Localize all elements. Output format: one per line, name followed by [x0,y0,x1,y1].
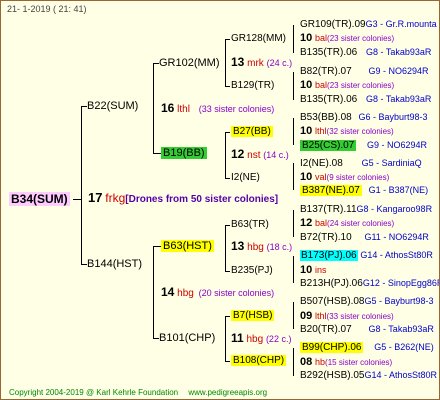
connector [153,63,154,153]
gen5-queen: B53(BB).08 G6 - Bayburt98-3 [300,112,428,123]
pedigree-page: { "header": "21- 1-2019 ( 21: 41)", "foo… [0,0,440,400]
gen5-queen: B20(TR).07 G8 - Takab93aR [300,324,434,335]
gen5-info: 10 ins [300,264,327,276]
gen4-queen: B108(CHP) [231,355,287,366]
gen4-queen: B129(TR) [231,80,275,91]
gen5-queen: B82(TR).07 G9 - NO6294R [300,66,429,77]
connector [293,118,294,145]
gen2-queen: B22(SUM) [87,100,139,112]
connector [293,256,294,283]
gen5-queen: B292(HSB).05G14 - AthosSt80R [300,370,438,381]
gen5-info: 12 bal(24 sister colonies) [300,217,395,229]
footer-link[interactable]: www.pedigreeapis.org [188,388,267,397]
connector [73,199,82,200]
gen4-queen: B27(BB) [231,126,273,137]
connector [293,72,294,100]
connector [293,348,294,376]
connector [153,246,154,338]
gen5-queen: B173(PJ).06 G14 - AthosSt80R [300,250,433,261]
gen5-info: 10 bal(23 sister colonies) [300,32,395,44]
connector [225,86,230,87]
gen3-info: 12 nst (14 c.) [231,147,289,161]
connector [153,153,161,154]
connector [225,39,230,40]
gen2-queen: B144(HST) [87,258,143,270]
gen5-queen: B387(NE).07 G1 - B387(NE) [300,185,429,196]
gen3-info: 13 mrk (24 c.) [231,55,293,69]
connector [293,163,294,190]
gen5-queen: I2(NE).08 G5 - SardiniaQ [300,158,422,169]
connector [225,316,226,361]
gen5-queen: B135(TR).06 G8 - Takab93aR [300,47,432,58]
gen3-info: 11 hbg (22 c.) [231,331,292,345]
gen5-info: 09 lthl(33 sister colonies) [300,310,394,322]
connector [225,361,230,362]
connector [153,246,161,247]
connector [293,210,294,237]
gen3-queen: B19(BB) [161,147,207,159]
root-info: 17 frkg[Drones from 50 sister colonies] [88,190,279,205]
root-queen: B34(SUM) [9,192,70,206]
gen5-queen: B72(TR).10 G11 - NO6294R [300,232,429,243]
gen4-queen: I2(NE) [231,172,260,183]
connector [225,225,226,271]
connector [225,132,226,178]
gen2-info: 16 lthl (33 sister colonies) [161,101,275,115]
gen5-queen: B135(TR).06 G8 - Takab93aR [300,94,432,105]
connector [225,132,230,133]
connector [225,225,230,226]
header-timestamp: 21- 1-2019 ( 21: 41) [7,4,87,14]
gen4-queen: B63(TR) [231,219,269,230]
connector [293,302,294,329]
gen4-queen: GR128(MM) [231,33,287,44]
gen3-queen: GR102(MM) [159,57,220,69]
gen5-queen: B99(CHP).06 G5 - B262(NE) [300,342,434,353]
gen5-info: 08 hb(15 sister colonies) [300,356,393,368]
gen2-info: 14 hbg (20 sister colonies) [161,285,275,299]
footer-copyright: Copyright 2004-2019 @ Karl Kehrle Founda… [9,388,179,397]
gen5-info: 10 val(9 sister colonies) [300,171,390,183]
gen5-info: 10 bal(23 sister colonies) [300,79,395,91]
gen5-queen: B213H(PJ).06G12 - SinopEgg86R [300,278,440,289]
gen4-queen: B235(PJ) [231,265,273,276]
gen5-queen: B137(TR).11G8 - Kangaroo98R [300,204,433,215]
gen3-queen: B63(HST) [161,240,214,252]
gen3-queen: B101(CHP) [159,332,216,344]
gen5-queen: B507(HSB).08G5 - Bayburt98-3 [300,296,434,307]
connector [225,178,230,179]
connector [225,271,230,272]
footer: Copyright 2004-2019 @ Karl Kehrle Founda… [9,388,275,397]
gen5-queen: B25(CS).07 G9 - NO6294R [300,140,428,151]
connector [81,106,82,264]
connector [225,316,230,317]
gen5-queen: GR109(TR).09G3 - Gr.R.mounta [300,19,437,30]
connector [225,39,226,86]
connector [293,25,294,53]
gen3-info: 13 hbg (18 c.) [231,239,293,253]
gen5-info: 10 lthl(32 sister colonies) [300,125,394,137]
gen4-queen: B7(HSB) [231,310,275,321]
